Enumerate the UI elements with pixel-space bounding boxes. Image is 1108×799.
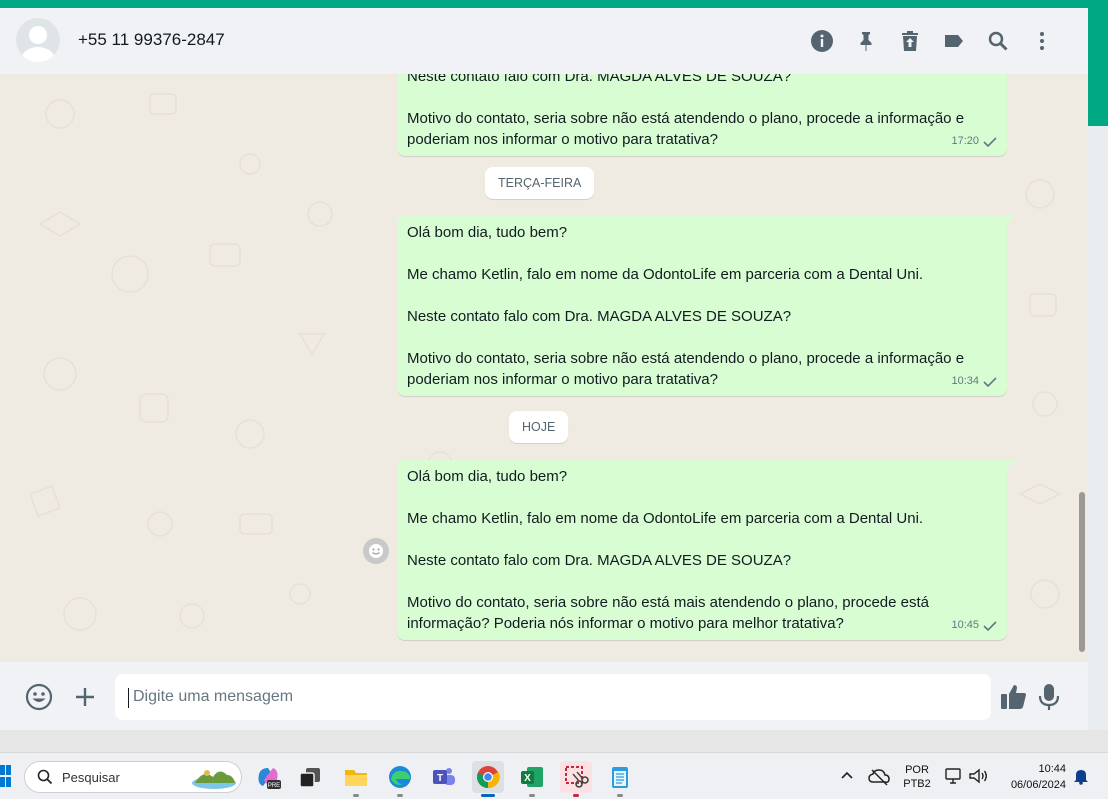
windows-start-icon[interactable] — [0, 765, 12, 787]
message-line: Motivo do contato, seria sobre não está … — [407, 594, 930, 611]
emoji-icon[interactable] — [24, 682, 54, 712]
search-icon — [37, 769, 53, 785]
menu-icon[interactable] — [1020, 26, 1064, 56]
message-line: Motivo do contato, seria sobre não está … — [407, 350, 965, 367]
taskbar-search[interactable]: Pesquisar — [24, 761, 242, 793]
chrome-browser-icon[interactable] — [472, 761, 504, 797]
sent-check-icon — [983, 620, 997, 631]
message-line: Me chamo Ketlin, falo em nome da OdontoL… — [407, 510, 924, 527]
clock-date: 06/06/2024 — [1010, 779, 1066, 791]
attach-plus-icon[interactable] — [70, 682, 100, 712]
message-line: Neste contato falo com Dra. MAGDA ALVES … — [407, 74, 792, 85]
message-line: Olá bom dia, tudo bem? — [407, 224, 568, 241]
message-line: informação? Poderia nós informar o motiv… — [407, 615, 844, 632]
chat-header: +55 11 99376-2847 — [0, 8, 1088, 74]
svg-text:PRE: PRE — [268, 783, 280, 789]
message-line — [407, 243, 997, 264]
message-line — [407, 285, 997, 306]
svg-text:X: X — [524, 773, 531, 784]
sent-check-icon — [983, 376, 997, 387]
message-bubble[interactable]: Olá bom dia, tudo bem? Me chamo Ketlin, … — [397, 216, 1015, 396]
message-time: 10:45 — [951, 619, 979, 631]
microphone-icon[interactable] — [1035, 682, 1063, 712]
message-meta: 10:34 — [951, 371, 997, 392]
date-separator: TERÇA-FEIRA — [485, 167, 595, 199]
message-line: Me chamo Ketlin, falo em nome da OdontoL… — [407, 266, 924, 283]
thumbs-up-icon[interactable] — [998, 682, 1028, 712]
message-line: Neste contato falo com Dra. MAGDA ALVES … — [407, 552, 792, 569]
message-line — [407, 87, 997, 108]
onedrive-offline-icon[interactable] — [868, 767, 890, 787]
info-icon[interactable] — [800, 26, 844, 56]
search-highlight-icon — [192, 770, 236, 789]
copilot-app-icon[interactable]: PRE — [252, 761, 284, 793]
search-label: Pesquisar — [62, 770, 120, 785]
message-line — [407, 571, 997, 592]
date-separator: HOJE — [509, 411, 569, 443]
message-line: poderiam nos informar o motivo para trat… — [407, 131, 718, 148]
task-view-icon[interactable] — [294, 761, 326, 793]
input-language[interactable]: POR PTB2 — [900, 763, 934, 791]
notepad-app-icon[interactable] — [604, 761, 636, 797]
header-actions — [800, 26, 1064, 56]
message-input[interactable] — [115, 674, 991, 720]
language-label: POR — [905, 764, 929, 776]
snipping-tool-icon[interactable] — [560, 761, 592, 797]
system-clock[interactable]: 10:44 06/06/2024 — [996, 761, 1066, 793]
message-meta: 10:45 — [951, 615, 997, 636]
label-icon[interactable] — [932, 26, 976, 56]
avatar[interactable] — [16, 18, 60, 62]
message-line: Neste contato falo com Dra. MAGDA ALVES … — [407, 308, 792, 325]
notification-bell-icon[interactable] — [1072, 767, 1090, 785]
file-explorer-icon[interactable] — [340, 761, 372, 797]
message-bubble[interactable]: Neste contato falo com Dra. MAGDA ALVES … — [397, 74, 1007, 156]
message-line: poderiam nos informar o motivo para trat… — [407, 371, 718, 388]
message-time: 17:20 — [951, 135, 979, 147]
message-bubble[interactable]: Olá bom dia, tudo bem? Me chamo Ketlin, … — [397, 460, 1015, 640]
network-icon[interactable] — [944, 767, 964, 785]
search-icon[interactable] — [976, 26, 1020, 56]
excel-app-icon[interactable]: X — [516, 761, 548, 797]
message-line — [407, 487, 997, 508]
desktop-strip — [0, 730, 1108, 752]
clock-time: 10:44 — [1038, 763, 1066, 775]
text-caret — [128, 688, 129, 708]
message-meta: 17:20 — [951, 131, 997, 152]
teams-app-icon[interactable]: T — [428, 761, 460, 793]
app-top-accent — [0, 0, 1108, 8]
keyboard-layout-label: PTB2 — [903, 778, 931, 790]
message-line — [407, 529, 997, 550]
chat-scrollbar[interactable] — [1079, 492, 1085, 652]
edge-browser-icon[interactable] — [384, 761, 416, 797]
right-accent — [1088, 8, 1108, 126]
message-line: Olá bom dia, tudo bem? — [407, 468, 568, 485]
message-time: 10:34 — [951, 375, 979, 387]
composer — [0, 662, 1088, 730]
contact-name[interactable]: +55 11 99376-2847 — [78, 30, 225, 50]
message-line: Motivo do contato, seria sobre não está … — [407, 110, 965, 127]
chat-area[interactable]: Neste contato falo com Dra. MAGDA ALVES … — [0, 74, 1088, 662]
message-line — [407, 327, 997, 348]
react-emoji-icon[interactable] — [363, 538, 389, 564]
sent-check-icon — [983, 136, 997, 147]
pin-icon[interactable] — [844, 26, 888, 56]
volume-icon[interactable] — [968, 767, 988, 785]
archive-icon[interactable] — [888, 26, 932, 56]
chevron-up-icon[interactable] — [838, 767, 856, 785]
svg-text:T: T — [437, 773, 443, 784]
taskbar: Pesquisar PRE T X POR PTB2 10:44 06/06/2… — [0, 752, 1108, 799]
